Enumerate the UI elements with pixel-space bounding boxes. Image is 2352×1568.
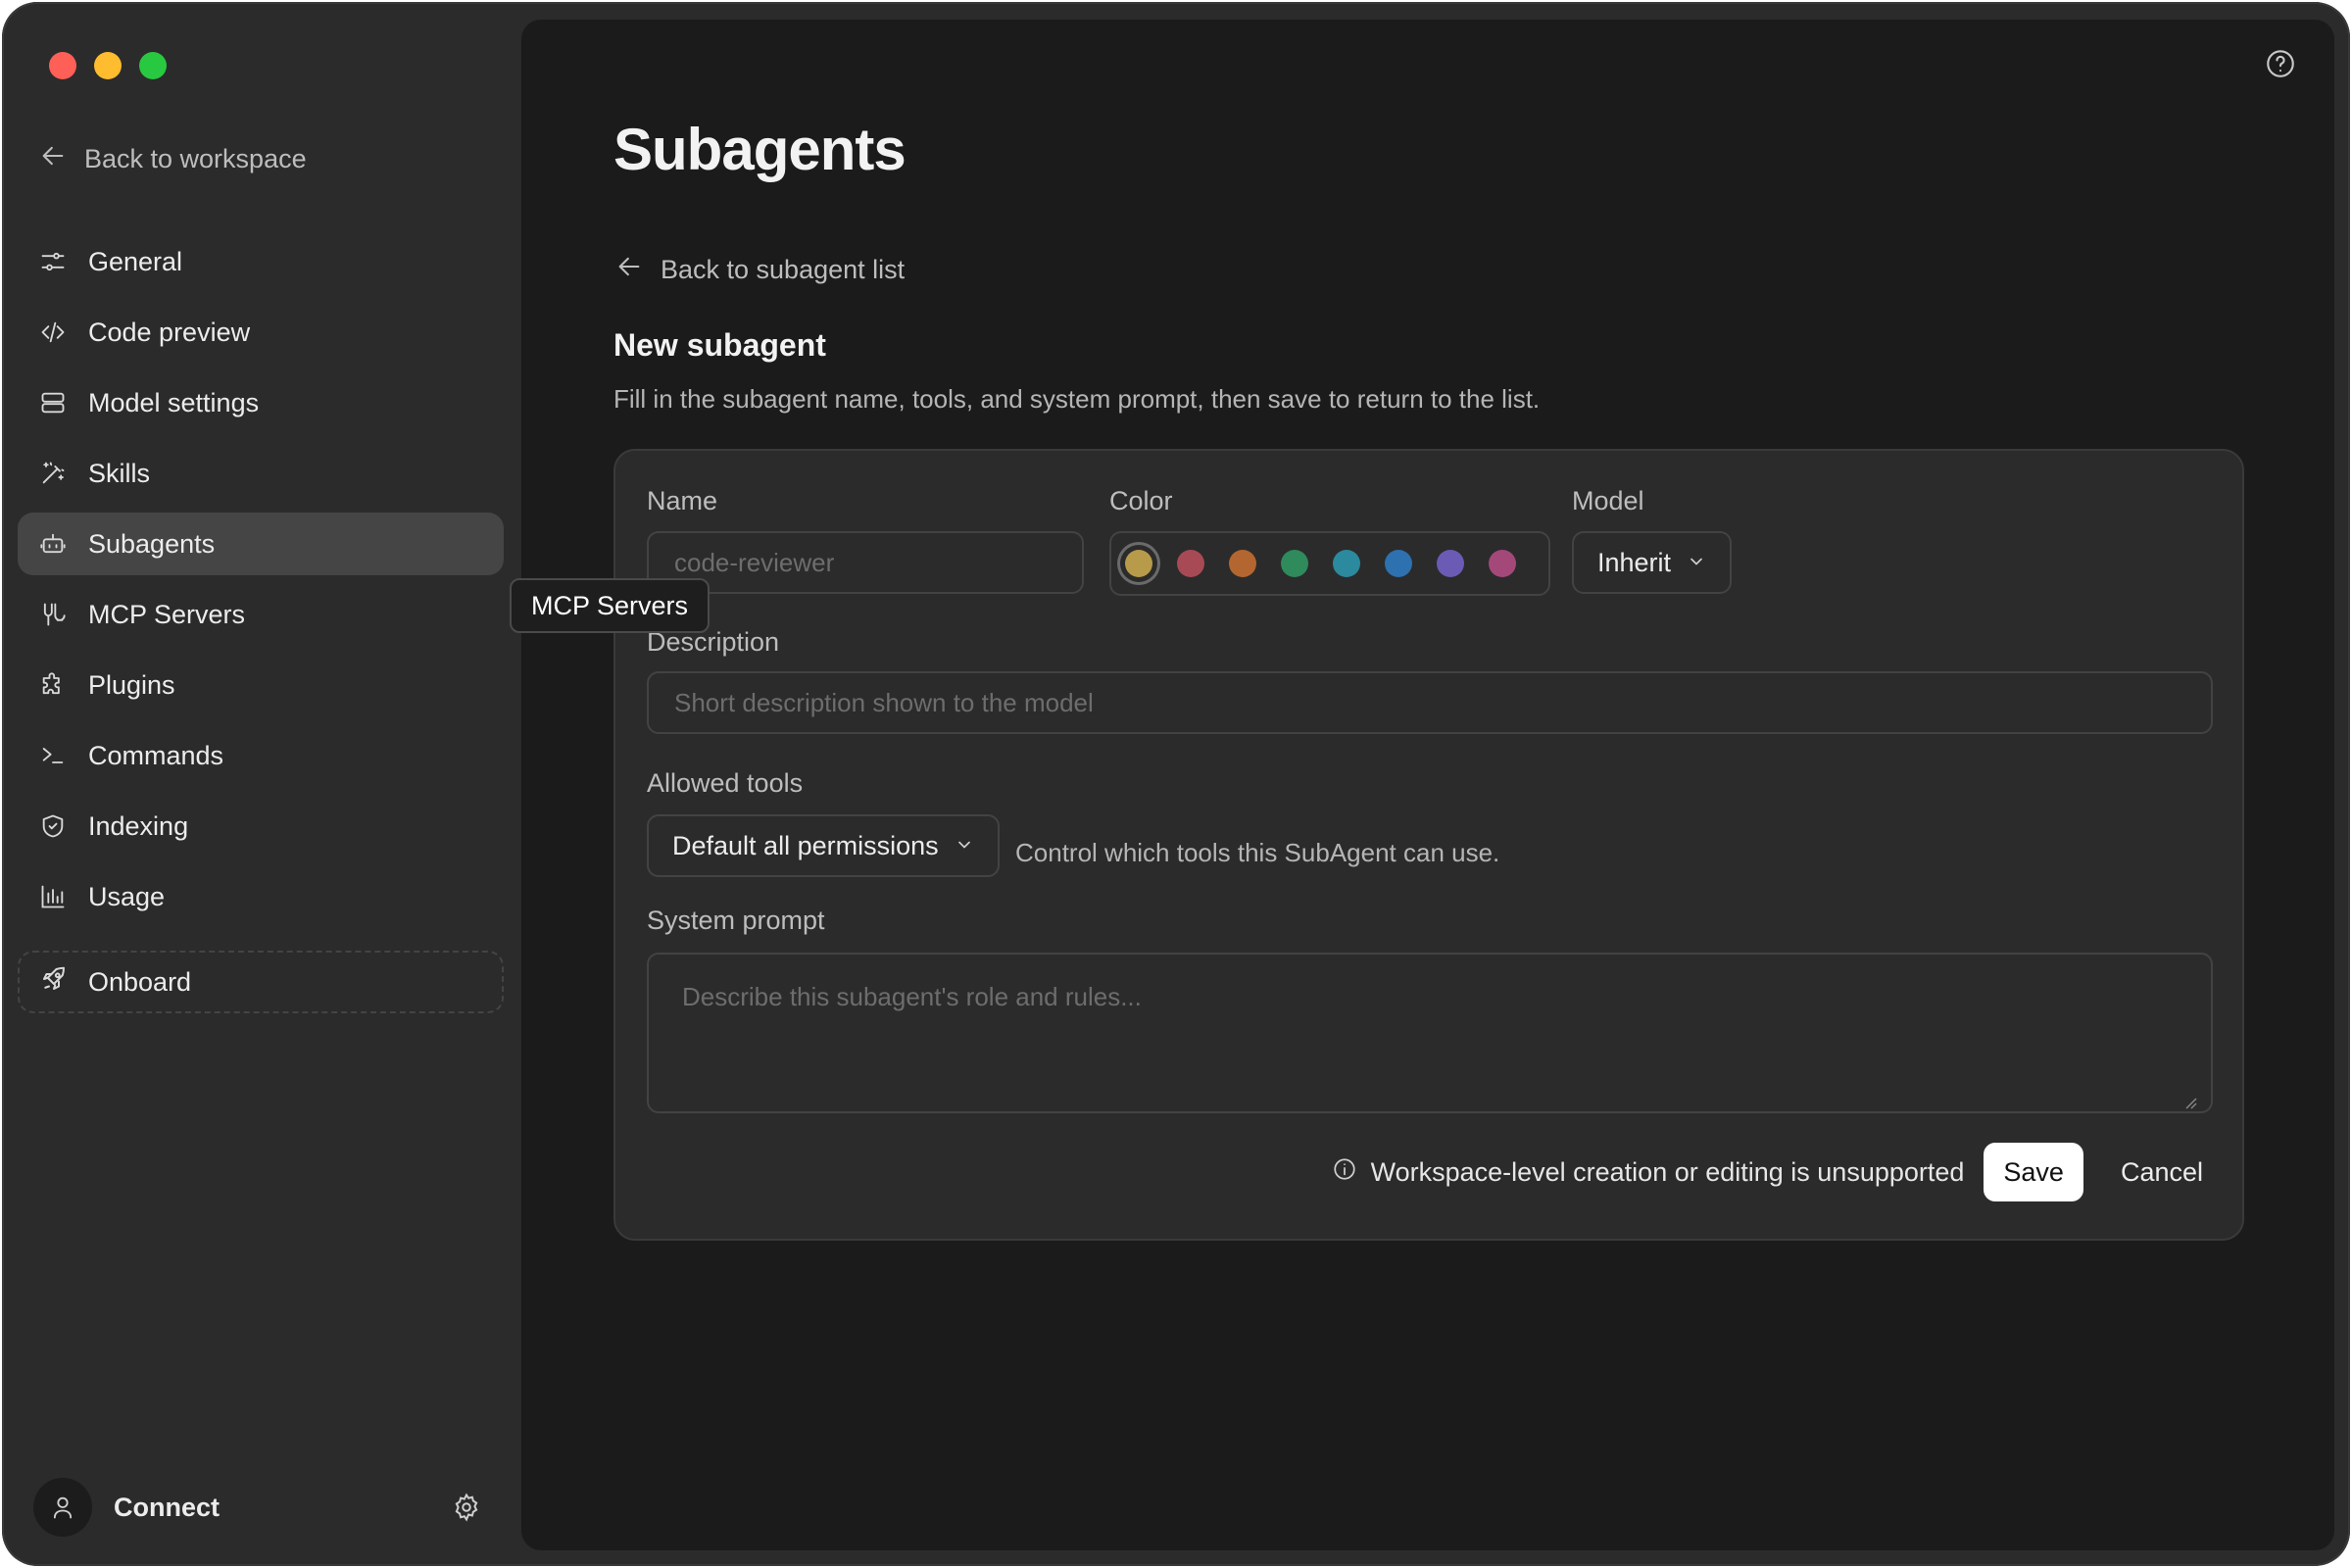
user-icon [53,1496,73,1519]
form-footer: Workspace-level creation or editing is u… [1332,1143,2223,1201]
sidebar-item-label: Indexing [88,810,189,841]
sidebar-item-skills[interactable]: Skills [18,442,504,505]
nav-tooltip: MCP Servers [510,578,710,633]
sidebar-item-mcp-servers[interactable]: MCP Servers [18,583,504,646]
name-field-wrapper [647,531,1084,594]
sidebar-item-model-settings[interactable]: Model settings [18,371,504,434]
sidebar-item-usage[interactable]: Usage [18,865,504,928]
terminal-icon [37,740,69,771]
model-label: Model [1572,486,1644,515]
sidebar-item-label: MCP Servers [88,599,246,629]
sidebar-item-code-preview[interactable]: Code preview [18,301,504,364]
unsupported-notice-text: Workspace-level creation or editing is u… [1370,1156,1965,1187]
sidebar-item-label: Skills [88,458,151,488]
shield-icon [37,810,69,842]
server-icon [37,387,69,418]
color-swatch[interactable] [1125,550,1152,577]
arrow-left-icon [39,142,67,176]
gear-icon[interactable] [449,1490,484,1525]
description-field[interactable] [672,686,2211,719]
back-to-workspace-label: Back to workspace [84,143,307,173]
onboard-button[interactable]: Onboard [18,951,504,1013]
back-to-workspace-link[interactable]: Back to workspace [39,139,307,178]
system-prompt-wrapper [647,953,2213,1113]
sidebar-item-subagents[interactable]: Subagents [18,513,504,575]
system-prompt-label: System prompt [647,906,825,935]
sidebar-item-label: Model settings [88,387,260,417]
sidebar-item-plugins[interactable]: Plugins [18,654,504,716]
cancel-button[interactable]: Cancel [2101,1143,2223,1201]
subagent-form: Name Color Model Inherit Description All… [613,449,2244,1241]
resize-handle-icon[interactable] [2183,1086,2197,1109]
model-select[interactable]: Inherit [1572,531,1733,594]
color-label: Color [1109,486,1173,515]
settings-nav: General Code preview Model settings Skil… [18,230,504,936]
rocket-icon [39,964,69,1001]
chevron-down-icon [1687,548,1706,578]
onboard-label: Onboard [88,966,192,997]
bar-chart-icon [37,881,69,912]
model-select-value: Inherit [1597,547,1672,577]
account-area: Connect [33,1474,484,1541]
save-button[interactable]: Save [1984,1143,2083,1201]
color-swatch[interactable] [1281,550,1308,577]
sidebar-item-general[interactable]: General [18,230,504,293]
color-swatch[interactable] [1489,550,1516,577]
avatar[interactable] [33,1478,92,1537]
sidebar-item-label: Code preview [88,317,251,347]
color-picker [1109,531,1550,596]
allowed-tools-hint: Control which tools this SubAgent can us… [1015,838,1500,867]
name-field[interactable] [672,546,1082,579]
sidebar-item-label: Plugins [88,669,175,700]
description-field-wrapper [647,671,2213,734]
color-swatch[interactable] [1229,550,1256,577]
sidebar: Back to workspace General Code preview M… [2,2,519,1566]
sidebar-item-commands[interactable]: Commands [18,724,504,787]
sidebar-item-label: Usage [88,881,166,911]
sliders-icon [37,246,69,277]
allowed-tools-value: Default all permissions [672,830,939,860]
page-title: Subagents [613,117,906,182]
app-window: Back to workspace General Code preview M… [2,2,2350,1566]
arrow-left-icon [615,253,643,287]
mcp-icon [37,599,69,630]
allowed-tools-label: Allowed tools [647,768,804,798]
info-icon [1332,1156,1357,1189]
chevron-down-icon [955,831,974,861]
bot-icon [37,528,69,560]
code-icon [37,317,69,348]
system-prompt-field[interactable] [680,980,2183,1082]
name-label: Name [647,486,718,515]
wand-icon [37,458,69,489]
help-icon[interactable] [2264,47,2297,80]
back-to-subagent-list-label: Back to subagent list [661,255,906,284]
section-title: New subagent [613,327,826,363]
sidebar-item-label: Subagents [88,528,216,559]
puzzle-icon [37,669,69,701]
unsupported-notice: Workspace-level creation or editing is u… [1332,1156,1965,1189]
main-panel: Subagents Back to subagent list New suba… [521,20,2334,1550]
color-swatch[interactable] [1437,550,1464,577]
connect-label[interactable]: Connect [114,1493,220,1523]
color-swatch[interactable] [1177,550,1204,577]
back-to-subagent-list-link[interactable]: Back to subagent list [615,253,905,287]
sidebar-item-label: General [88,246,183,276]
section-description: Fill in the subagent name, tools, and sy… [613,384,1541,414]
allowed-tools-select[interactable]: Default all permissions [647,814,1000,877]
color-swatch[interactable] [1333,550,1360,577]
sidebar-item-label: Commands [88,740,224,770]
sidebar-item-indexing[interactable]: Indexing [18,795,504,858]
color-swatch[interactable] [1385,550,1412,577]
